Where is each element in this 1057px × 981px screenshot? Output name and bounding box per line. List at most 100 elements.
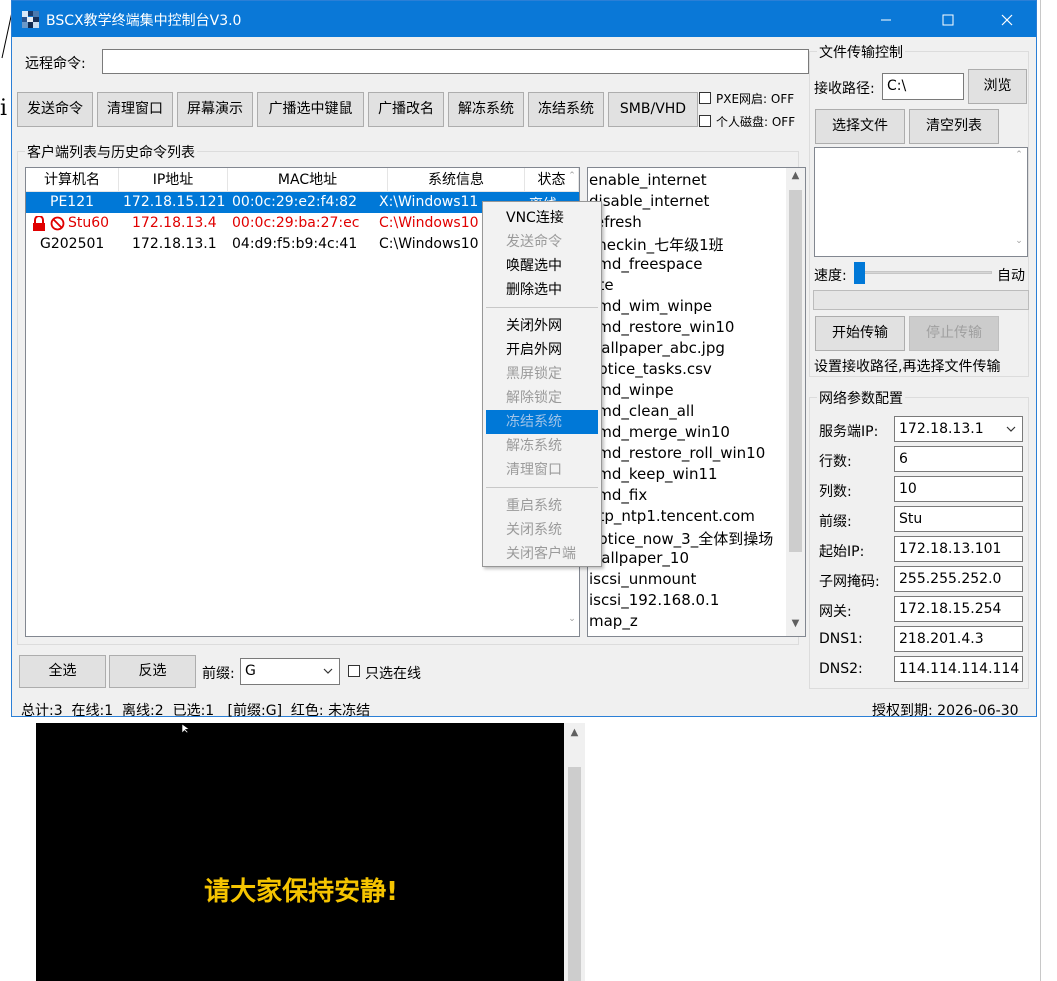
file-list-scroll-up-icon[interactable]: ⌃ <box>1012 150 1026 160</box>
remote-command-input[interactable] <box>102 49 809 74</box>
list-item[interactable]: cmd_merge_win10 <box>589 423 730 444</box>
online-only-checkbox[interactable] <box>348 665 360 677</box>
network-field-input[interactable]: 218.201.4.3 <box>894 626 1023 652</box>
cell-name: Stu60 <box>68 215 110 231</box>
list-item[interactable]: cmd_clean_all <box>589 402 694 423</box>
network-field-label: 起始IP: <box>819 544 865 560</box>
column-header-name[interactable]: 计算机名 <box>26 168 119 192</box>
speed-slider-thumb[interactable] <box>854 262 865 284</box>
menu-item[interactable]: VNC连接 <box>486 206 598 230</box>
list-item[interactable]: wallpaper_10 <box>589 549 689 570</box>
list-item[interactable]: enable_internet <box>589 171 707 192</box>
online-only-label: 只选在线 <box>365 666 421 682</box>
maximize-icon[interactable] <box>925 1 971 37</box>
list-item[interactable]: cmd_restore_roll_win10 <box>589 444 765 465</box>
client-scroll-up-arrow-icon[interactable]: ⌃ <box>565 171 579 181</box>
broadcast-rename-button[interactable]: 广播改名 <box>368 92 444 127</box>
file-list-scroll-down-icon[interactable]: ⌄ <box>1012 236 1026 246</box>
file-list-box[interactable]: ⌃ ⌄ <box>814 147 1028 257</box>
prefix-filter-select[interactable]: G <box>240 658 340 685</box>
scroll-down-arrow-icon[interactable]: ▼ <box>786 618 805 629</box>
freeze-system-button[interactable]: 冻结系统 <box>528 92 604 127</box>
pxe-checkbox[interactable] <box>699 92 711 104</box>
menu-item[interactable]: 发送命令 <box>486 230 598 254</box>
minimize-icon[interactable] <box>863 1 909 37</box>
network-field-value: 114.114.114.114 <box>899 661 1020 677</box>
menu-item[interactable]: 解冻系统 <box>486 434 598 458</box>
personal-disk-checkbox[interactable] <box>699 115 711 127</box>
select-all-button[interactable]: 全选 <box>19 655 106 688</box>
list-item[interactable]: iscsi_unmount <box>589 570 696 591</box>
list-item[interactable]: notice_now_3_全体到操场 <box>589 528 773 549</box>
smb-vhd-button[interactable]: SMB/VHD <box>608 92 698 127</box>
network-field-input[interactable]: 114.114.114.114 <box>894 656 1023 682</box>
network-field-input[interactable]: Stu <box>894 506 1023 532</box>
menu-item[interactable]: 解除锁定 <box>486 386 598 410</box>
network-field-label: 子网掩码: <box>819 574 880 590</box>
menu-item[interactable]: 唤醒选中 <box>486 254 598 278</box>
menu-item[interactable]: 重启系统 <box>486 494 598 518</box>
list-item[interactable]: iscsi_192.168.0.1 <box>589 591 719 612</box>
menu-item[interactable]: 黑屏锁定 <box>486 362 598 386</box>
network-field-input[interactable]: 172.18.13.101 <box>894 536 1023 562</box>
screen-demo-button[interactable]: 屏幕演示 <box>177 92 253 127</box>
scroll-up-arrow-icon[interactable]: ▲ <box>786 170 805 181</box>
list-item[interactable]: cmd_restore_win10 <box>589 318 734 339</box>
stop-transfer-button[interactable]: 停止传输 <box>909 316 999 351</box>
scrollbar-thumb[interactable] <box>789 190 802 552</box>
menu-item[interactable]: 清理窗口 <box>486 458 598 482</box>
menu-item[interactable]: 关闭系统 <box>486 518 598 542</box>
menu-item[interactable]: 关闭客户端 <box>486 542 598 566</box>
list-item[interactable]: wallpaper_abc.jpg <box>589 339 725 360</box>
close-icon[interactable] <box>984 1 1030 37</box>
list-item[interactable]: ntp_ntp1.tencent.com <box>589 507 755 528</box>
invert-selection-button[interactable]: 反选 <box>109 655 196 688</box>
mouse-cursor-icon <box>182 724 190 734</box>
preview-scrollbar-thumb[interactable] <box>568 767 581 981</box>
preview-scroll-up-icon[interactable]: ▲ <box>564 727 585 738</box>
clear-window-button[interactable]: 清理窗口 <box>97 92 173 127</box>
background-text-fragment: i <box>0 96 8 121</box>
list-item[interactable]: checkin_七年级1班 <box>589 234 724 255</box>
network-field-input[interactable]: 172.18.15.254 <box>894 596 1023 622</box>
app-icon <box>22 11 39 28</box>
clear-list-button[interactable]: 清空列表 <box>909 109 999 144</box>
client-scroll-down-arrow-icon[interactable]: ⌄ <box>565 614 579 624</box>
send-command-button[interactable]: 发送命令 <box>17 92 93 127</box>
column-header-sysinfo[interactable]: 系统信息 <box>388 168 525 192</box>
list-item[interactable]: map_z <box>589 612 638 633</box>
status-summary: 总计:3 在线:1 离线:2 已选:1 [前缀:G] 红色: 未冻结 <box>21 703 371 719</box>
list-item[interactable]: cmd_freespace <box>589 255 702 276</box>
menu-item[interactable]: 关闭外网 <box>486 314 598 338</box>
recv-path-input[interactable]: C:\ <box>882 73 964 100</box>
menu-separator <box>486 487 598 488</box>
menu-item[interactable]: 开启外网 <box>486 338 598 362</box>
cell-mac: 00:0c:29:ba:27:ec <box>232 215 360 231</box>
broadcast-kbm-button[interactable]: 广播选中键鼠 <box>257 92 364 127</box>
network-field-input[interactable]: 6 <box>894 446 1023 472</box>
remote-command-label: 远程命令: <box>25 56 86 72</box>
browse-button[interactable]: 浏览 <box>968 69 1027 104</box>
network-field-label: DNS1: <box>819 631 863 647</box>
speed-slider-track[interactable] <box>856 271 992 274</box>
list-item[interactable]: notice_tasks.csv <box>589 360 712 381</box>
history-scrollbar[interactable]: ▲ ▼ <box>786 168 805 636</box>
list-item[interactable]: cmd_keep_win11 <box>589 465 718 486</box>
menu-item[interactable]: 冻结系统 <box>486 410 598 434</box>
network-field-input[interactable]: 255.255.252.0 <box>894 566 1023 592</box>
list-item[interactable]: cmd_wim_winpe <box>589 297 712 318</box>
history-command-list[interactable]: enable_internet disable_internet refresh ch… <box>587 167 806 637</box>
column-header-mac[interactable]: MAC地址 <box>228 168 388 192</box>
list-item[interactable]: disable_internet <box>589 192 709 213</box>
title-bar[interactable]: BSCX教学终端集中控制台V3.0 <box>12 1 1036 37</box>
server-ip-select[interactable]: 172.18.13.1 <box>894 416 1023 442</box>
unfreeze-system-button[interactable]: 解冻系统 <box>448 92 524 127</box>
column-header-ip[interactable]: IP地址 <box>119 168 228 192</box>
network-field-label: 行数: <box>819 454 852 470</box>
menu-item[interactable]: 删除选中 <box>486 278 598 302</box>
network-field-input[interactable]: 10 <box>894 476 1023 502</box>
choose-file-button[interactable]: 选择文件 <box>815 109 905 144</box>
start-transfer-button[interactable]: 开始传输 <box>815 316 905 351</box>
background-divider <box>1040 0 1041 981</box>
preview-scrollbar[interactable]: ▲ <box>564 723 585 981</box>
